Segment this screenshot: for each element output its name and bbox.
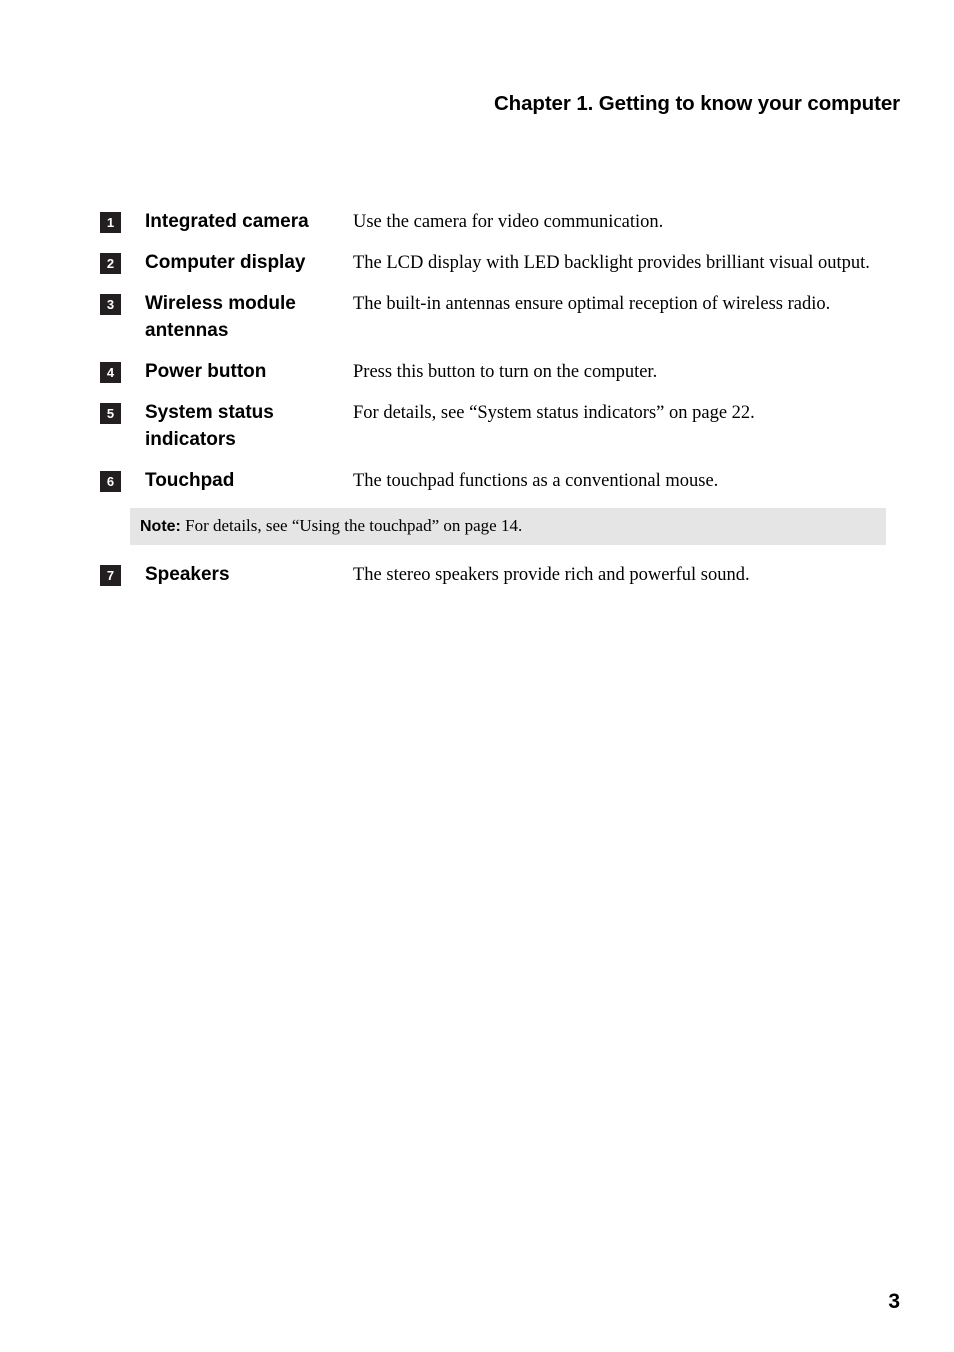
- feature-label: Computer display: [145, 252, 306, 273]
- feature-label: Touchpad: [145, 470, 235, 491]
- badge-cell: 5: [100, 399, 145, 424]
- document-page: Chapter 1. Getting to know your computer…: [0, 0, 954, 1352]
- badge-cell: 6: [100, 467, 145, 492]
- badge-cell: 2: [100, 249, 145, 274]
- badge-cell: 4: [100, 358, 145, 383]
- number-badge: 1: [100, 212, 121, 233]
- feature-label: System status indicators: [145, 402, 274, 450]
- feature-label: Integrated camera: [145, 211, 309, 232]
- number-badge: 2: [100, 253, 121, 274]
- badge-cell: 7: [100, 561, 145, 586]
- feature-description: The built-in antennas ensure optimal rec…: [353, 294, 831, 314]
- page-title: Chapter 1. Getting to know your computer: [493, 92, 900, 115]
- page-number: 3: [888, 1290, 900, 1313]
- list-item: 3 Wireless module antennas The built-in …: [100, 290, 900, 344]
- number-badge: 5: [100, 403, 121, 424]
- list-item: 7 Speakers The stereo speakers provide r…: [100, 561, 900, 588]
- feature-list: 1 Integrated camera Use the camera for v…: [100, 208, 900, 602]
- feature-description: For details, see “System status indicato…: [353, 403, 755, 423]
- list-item: 6 Touchpad The touchpad functions as a c…: [100, 467, 900, 494]
- feature-description: The stereo speakers provide rich and pow…: [353, 565, 750, 585]
- note-text: For details, see “Using the touchpad” on…: [180, 516, 523, 535]
- feature-label: Speakers: [145, 564, 230, 585]
- list-item: 4 Power button Press this button to turn…: [100, 358, 900, 385]
- feature-description: Use the camera for video communication.: [353, 212, 664, 232]
- badge-cell: 1: [100, 208, 145, 233]
- number-badge: 7: [100, 565, 121, 586]
- note-label: Note:: [140, 518, 181, 535]
- number-badge: 3: [100, 294, 121, 315]
- feature-description: The touchpad functions as a conventional…: [353, 471, 719, 491]
- list-item: 5 System status indicators For details, …: [100, 399, 900, 453]
- feature-description: The LCD display with LED backlight provi…: [353, 253, 870, 273]
- badge-cell: 3: [100, 290, 145, 315]
- number-badge: 6: [100, 471, 121, 492]
- feature-description: Press this button to turn on the compute…: [353, 362, 658, 382]
- list-item: 2 Computer display The LCD display with …: [100, 249, 900, 276]
- list-item: 1 Integrated camera Use the camera for v…: [100, 208, 900, 235]
- number-badge: 4: [100, 362, 121, 383]
- feature-label: Wireless module antennas: [145, 293, 296, 341]
- feature-label: Power button: [145, 361, 267, 382]
- note-callout: Note: For details, see “Using the touchp…: [130, 508, 886, 545]
